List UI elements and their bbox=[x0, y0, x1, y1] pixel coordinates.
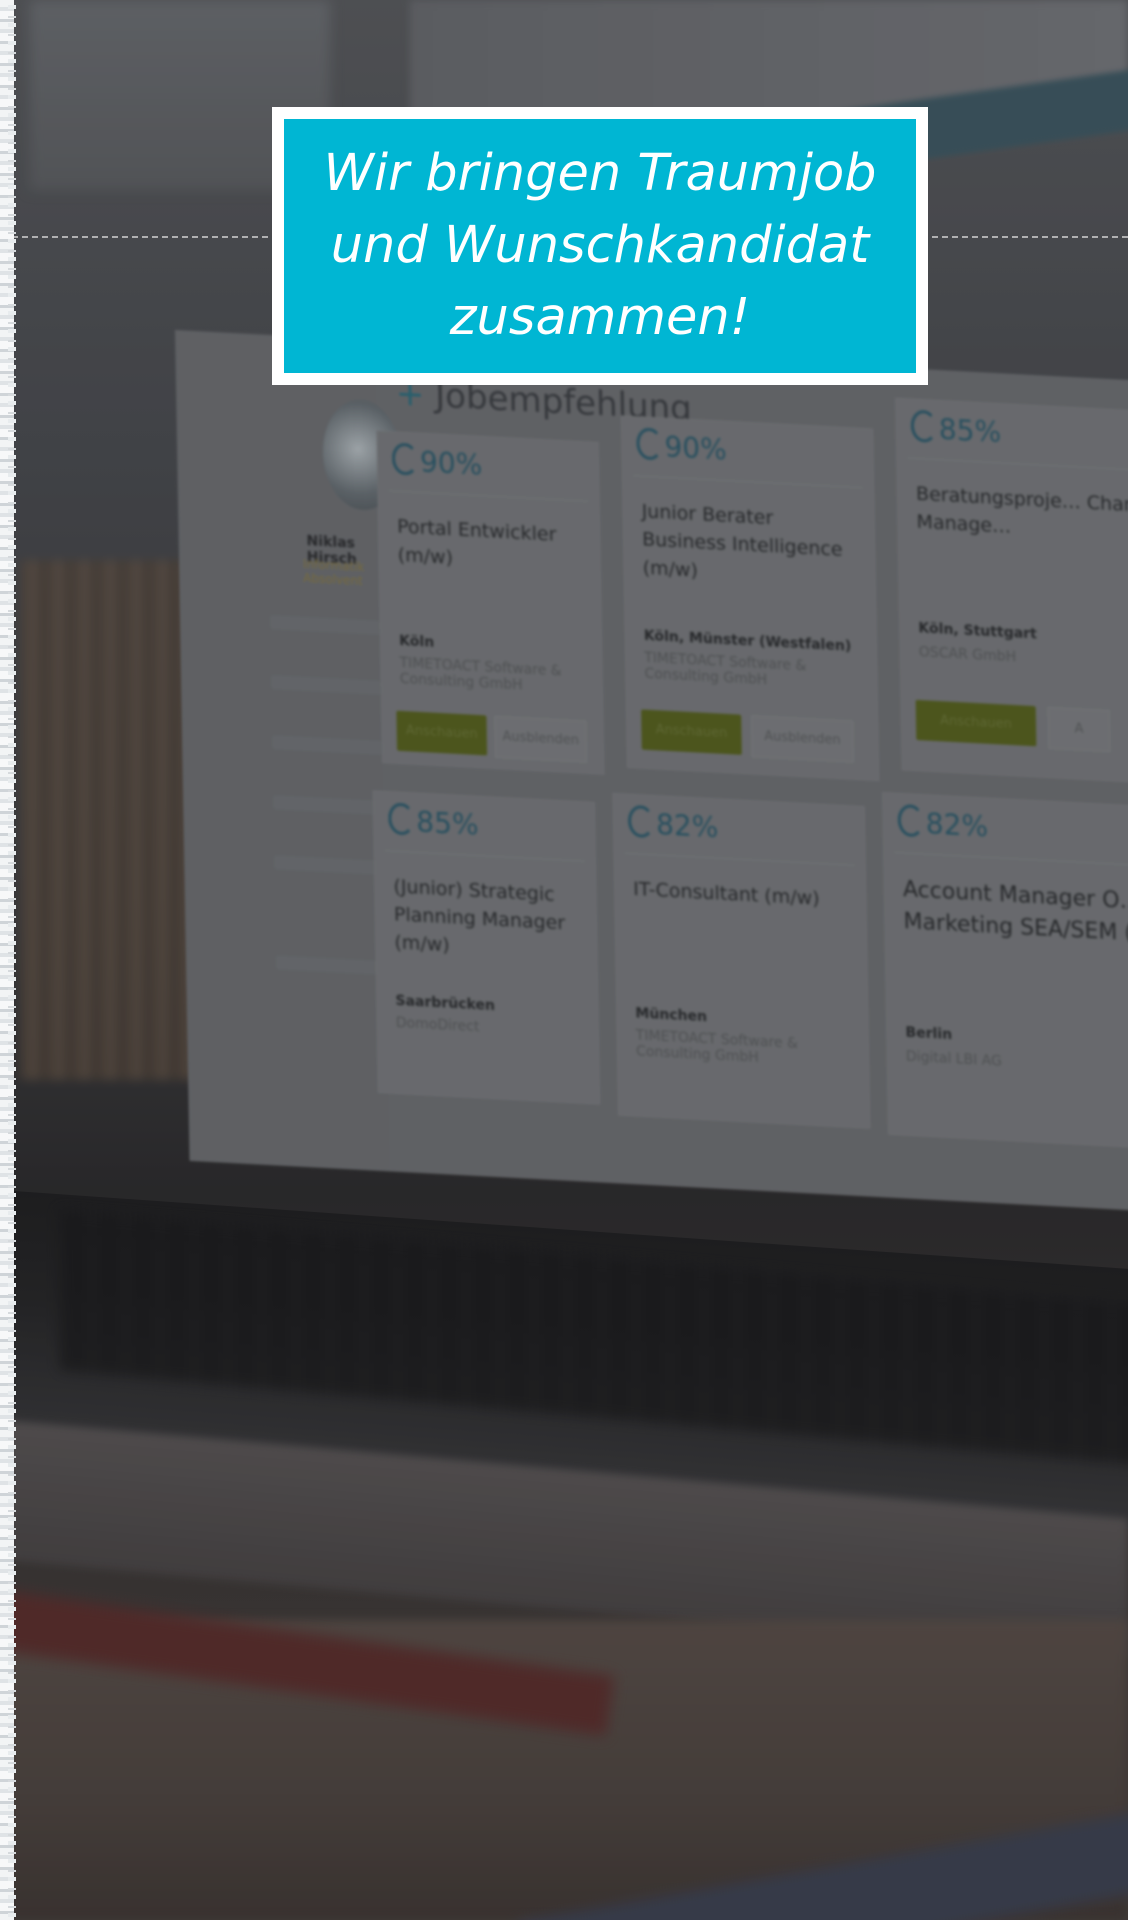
headline-line-2: und Wunschkandidat bbox=[330, 216, 870, 275]
torn-paper-edge bbox=[0, 0, 16, 1920]
headline-banner: Wir bringen Traumjob und Wunschkandidat … bbox=[272, 107, 928, 385]
headline-line-3: zusammen! bbox=[449, 288, 751, 347]
photo-scene: Niklas Hirsch Informatik Absolvent + Job… bbox=[0, 0, 1128, 1920]
headline-text: Wir bringen Traumjob und Wunschkandidat … bbox=[300, 138, 900, 354]
headline-banner-fill: Wir bringen Traumjob und Wunschkandidat … bbox=[284, 119, 916, 373]
headline-line-1: Wir bringen Traumjob bbox=[323, 144, 877, 203]
